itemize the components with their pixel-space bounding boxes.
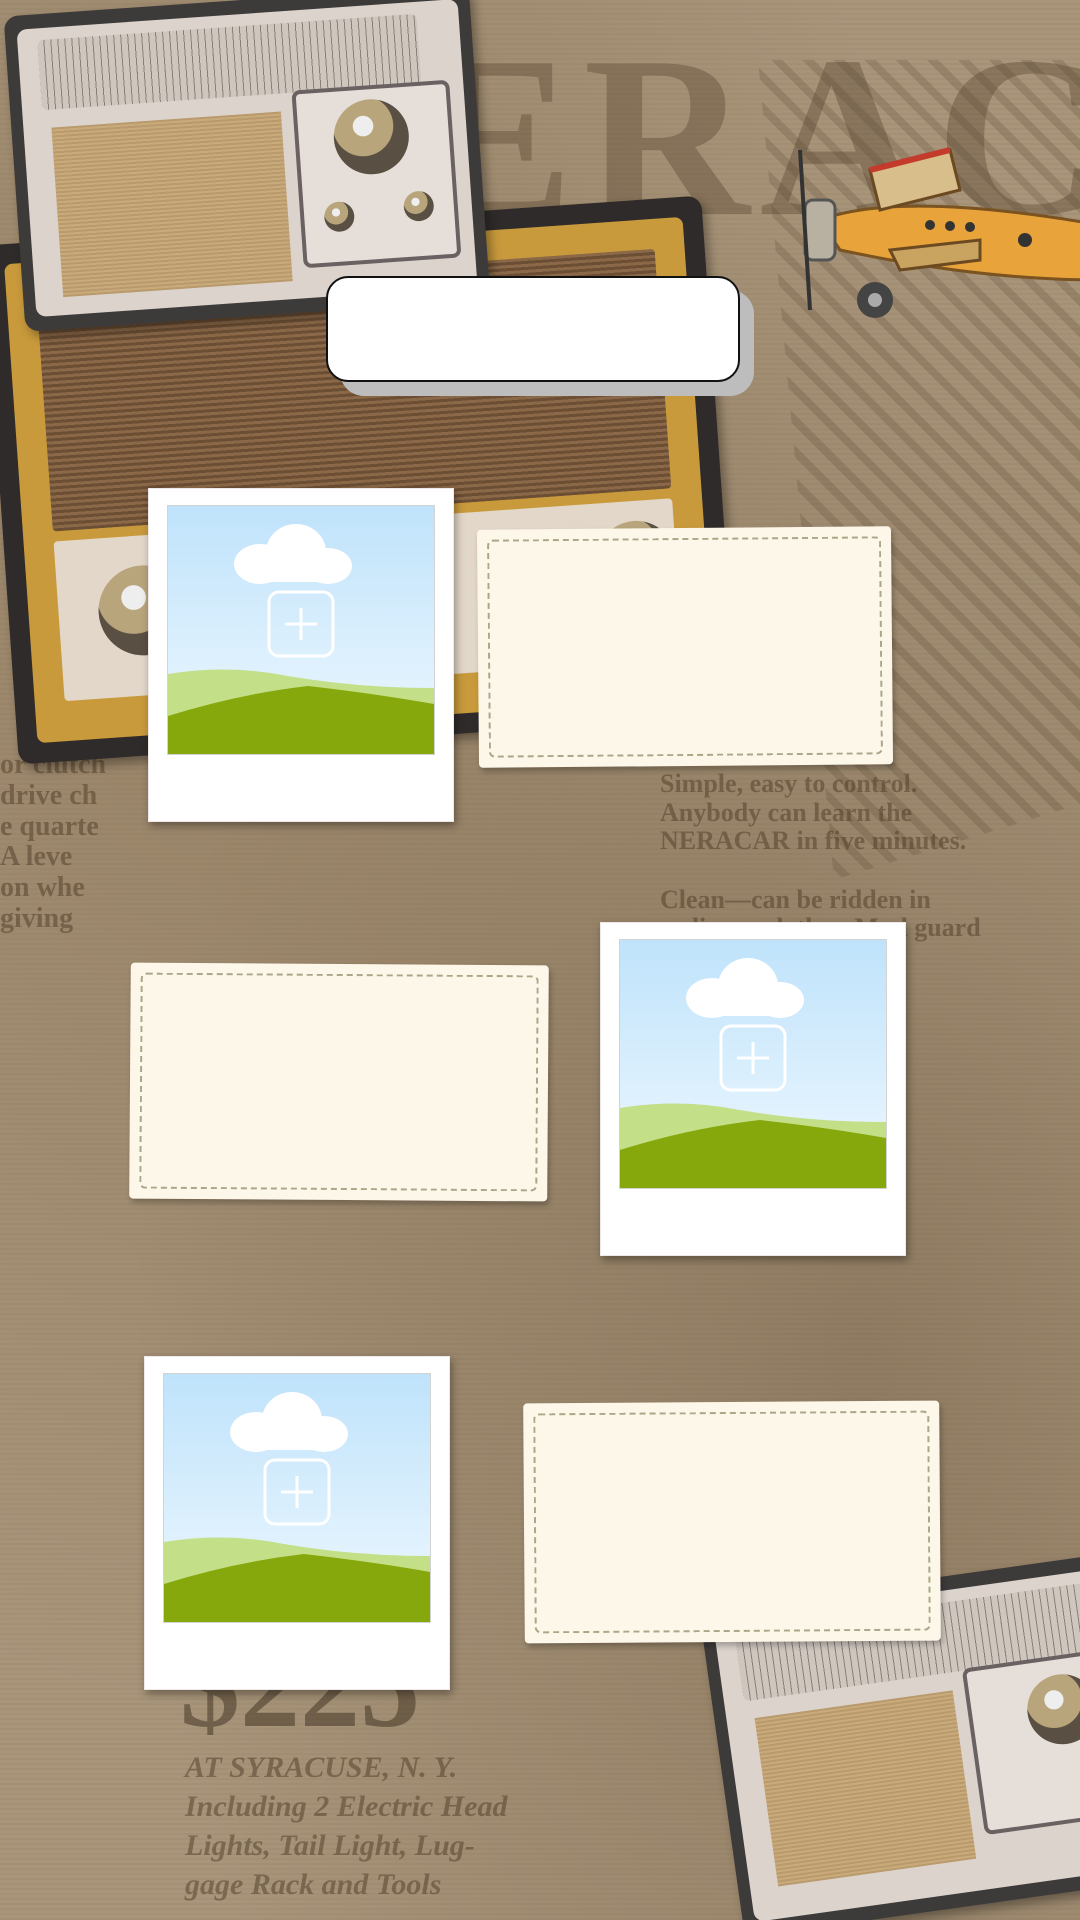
image-placeholder-icon <box>164 1392 430 1622</box>
note-input-2[interactable] <box>147 980 531 1184</box>
radio-knob-icon <box>402 190 435 223</box>
scrapbook-canvas: ERAC Simple, easy to control. Anybody can… <box>0 0 1080 1920</box>
note-input-3[interactable] <box>541 1418 923 1626</box>
radio-speaker-grill <box>754 1690 977 1887</box>
image-placeholder-icon <box>168 524 434 754</box>
photo-slot-3[interactable] <box>163 1373 431 1623</box>
polaroid-frame-3 <box>144 1356 450 1690</box>
radio-knob-icon <box>331 96 412 177</box>
background-ad-text: AT SYRACUSE, N. Y. Including 2 Electric … <box>185 1751 508 1901</box>
background-newsprint-left: or clutch drive ch e quarte A leve on whe giv… <box>0 749 107 934</box>
note-card-3 <box>523 1400 941 1644</box>
vintage-airplane-icon <box>798 147 1080 318</box>
note-card-1 <box>476 526 894 768</box>
polaroid-frame-1 <box>148 488 454 822</box>
photo-slot-2[interactable] <box>619 939 887 1189</box>
image-placeholder-icon <box>620 958 886 1188</box>
title-plate[interactable] <box>326 276 754 396</box>
radio-knob-icon <box>323 200 356 233</box>
note-card-2 <box>129 962 549 1202</box>
radio-control-panel <box>961 1646 1080 1836</box>
title-text[interactable] <box>326 276 740 382</box>
note-input-1[interactable] <box>495 544 875 750</box>
photo-slot-1[interactable] <box>167 505 435 755</box>
radio-control-panel <box>291 79 462 269</box>
polaroid-frame-2 <box>600 922 906 1256</box>
radio-body <box>16 0 478 318</box>
radio-knob-icon <box>1022 1669 1080 1749</box>
radio-speaker-grill <box>51 111 293 298</box>
